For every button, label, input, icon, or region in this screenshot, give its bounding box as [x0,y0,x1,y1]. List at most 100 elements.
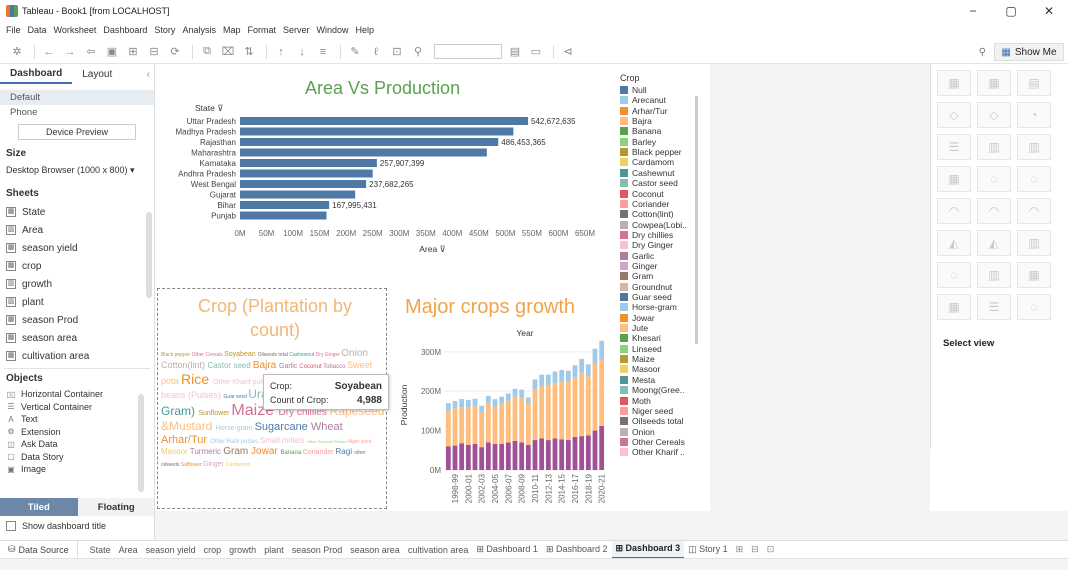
legend-item[interactable]: Oilseeds total [620,416,684,426]
wordcloud-word[interactable]: Banana [280,450,302,456]
chart-type-thumbnail-icon[interactable]: ◌ [977,166,1011,192]
sheet-item-season-area[interactable]: ▦ season area [0,329,154,347]
data-source-tab[interactable]: ⛁ Data Source [0,540,78,559]
pin-panel-icon[interactable]: ⚲ [979,47,986,58]
new-sheet-icon[interactable]: ⊟ [747,541,763,559]
sheet-item-crop[interactable]: ▦ crop [0,257,154,275]
sheet-item-state[interactable]: ▦ State [0,203,154,221]
fit-dropdown[interactable] [434,44,502,59]
clear-icon[interactable]: ⌧ [219,43,237,61]
legend-item[interactable]: Gram [620,271,653,281]
wordcloud-word[interactable]: Sunflower [198,410,231,417]
chart-type-thumbnail-icon[interactable]: ▥ [1017,230,1051,256]
wordcloud-word[interactable]: Arhar/Tur [161,434,210,446]
chart-type-thumbnail-icon[interactable]: ▦ [937,70,971,96]
device-phone[interactable]: Phone [0,105,154,120]
wordcloud-word[interactable]: Cashewnut [289,352,315,358]
tableau-home-icon[interactable]: ✲ [8,43,26,61]
chart-type-thumbnail-icon[interactable]: ☰ [977,294,1011,320]
legend-item[interactable]: Null [620,85,647,95]
wordcloud-word[interactable]: Soyabean [224,351,257,358]
sheet-item-plant[interactable]: ▥ plant [0,293,154,311]
size-dropdown[interactable]: Desktop Browser (1000 x 800) ▾ [0,163,154,178]
chart-type-thumbnail-icon[interactable]: ◠ [1017,198,1051,224]
wordcloud-word[interactable]: Cardamom [226,462,251,468]
legend-item[interactable]: Arecanut [620,95,666,105]
sheets-scrollbar[interactable] [146,212,152,298]
new-sheet-icon[interactable]: ⊞ [732,541,748,559]
highlight-icon[interactable]: ✎ [346,43,364,61]
wordcloud-word[interactable]: Horse-gram [216,425,255,432]
menu-map[interactable]: Map [223,25,241,35]
new-sheet-icon[interactable]: ⊡ [763,541,779,559]
undo-icon[interactable]: ← [40,43,58,61]
legend-item[interactable]: Cardamom [620,157,674,167]
legend-item[interactable]: Onion [620,427,655,437]
group-icon[interactable]: ≡ [314,43,332,61]
chart-type-thumbnail-icon[interactable]: ◇ [937,102,971,128]
menu-story[interactable]: Story [154,25,175,35]
wordcloud-word[interactable]: Other Rabi pulses [210,439,260,445]
wordcloud-word[interactable]: Onion [341,348,368,359]
legend-item[interactable]: Barley [620,137,656,147]
crop-wordcloud[interactable]: Black pepper Other Cereals Soyabean Oils… [161,348,385,508]
redo-icon[interactable]: → [61,43,79,61]
new-sheet-icon[interactable]: ⊟ [145,43,163,61]
wordcloud-word[interactable]: Black pepper [161,352,192,358]
minimize-button[interactable]: − [954,0,992,22]
duplicate-icon[interactable]: ⧉ [198,43,216,61]
floating-button[interactable]: Floating [77,498,154,516]
menu-help[interactable]: Help [356,25,375,35]
wordcloud-word[interactable]: Oilseeds total [258,352,290,358]
wordcloud-word[interactable]: Niger seed [347,439,371,445]
close-button[interactable]: ✕ [1030,0,1068,22]
object-vertical-container[interactable]: ☰ Vertical Container [0,401,154,414]
tiled-button[interactable]: Tiled [0,498,78,516]
area-production-chart[interactable]: State ⊽ Uttar Pradesh 542,672,635 Madhya Pr… [155,99,615,264]
menu-worksheet[interactable]: Worksheet [54,25,97,35]
menu-format[interactable]: Format [247,25,276,35]
wordcloud-word[interactable]: Other Summer Pulses [307,439,347,444]
chart-type-thumbnail-icon[interactable]: ◇ [977,102,1011,128]
chart-type-thumbnail-icon[interactable]: ☰ [937,134,971,160]
presentation-icon[interactable]: ▤ [506,43,524,61]
legend-item[interactable]: Moth [620,396,651,406]
sheet-tab[interactable]: ⊞ Dashboard 1 [472,541,542,559]
wordcloud-word[interactable]: Rice [181,371,213,387]
wordcloud-word[interactable]: Small millets [260,436,307,445]
chart-type-thumbnail-icon[interactable]: ▥ [1017,134,1051,160]
sheet-tab[interactable]: State [86,541,115,559]
label-icon[interactable]: ℓ [367,43,385,61]
sheet-item-growth[interactable]: ▥ growth [0,275,154,293]
wordcloud-word[interactable]: Other Cereals [192,352,225,358]
show-title-checkbox[interactable] [6,521,16,531]
legend-item[interactable]: Coconut [620,189,664,199]
legend-item[interactable]: Other Kharif .. [620,447,685,457]
object-data-story[interactable]: ▢ Data Story [0,451,154,464]
sheet-tab[interactable]: plant [260,541,288,559]
legend-item[interactable]: Dry chillies [620,230,673,240]
chart-type-thumbnail-icon[interactable]: ◌ [1017,166,1051,192]
legend-item[interactable]: Arhar/Tur [620,106,668,116]
legend-item[interactable]: Moong(Gree.. [620,385,684,395]
chart-type-thumbnail-icon[interactable]: ◭ [937,230,971,256]
legend-item[interactable]: Coriander [620,199,669,209]
legend-item[interactable]: Jowar [620,313,655,323]
wordcloud-word[interactable]: Sugarcane [255,421,311,433]
legend-item[interactable]: Dry Ginger [620,240,673,250]
wordcloud-word[interactable]: Coconut [299,364,323,370]
wordcloud-word[interactable]: Masoor [161,447,190,456]
sort-descending-icon[interactable]: ↓ [293,43,311,61]
sheet-item-season-yield[interactable]: ▦ season yield [0,239,154,257]
major-crops-growth-chart[interactable]: Year 0M 100M 200M 300M Production 1998-99 2000-… [395,322,617,510]
chart-type-thumbnail-icon[interactable]: ◠ [977,198,1011,224]
device-icon[interactable]: ▭ [527,43,545,61]
wordcloud-word[interactable]: Wheat [311,421,343,433]
objects-scrollbar[interactable] [138,394,144,492]
chart-type-thumbnail-icon[interactable]: ▦ [937,166,971,192]
swap-icon[interactable]: ⇅ [240,43,258,61]
sheet-tab[interactable]: growth [225,541,260,559]
sheet-item-cultivation-area[interactable]: ▦ cultivation area [0,347,154,365]
wordcloud-word[interactable]: Safflower [181,462,203,468]
legend-item[interactable]: Cowpea(Lobi.. [620,220,687,230]
